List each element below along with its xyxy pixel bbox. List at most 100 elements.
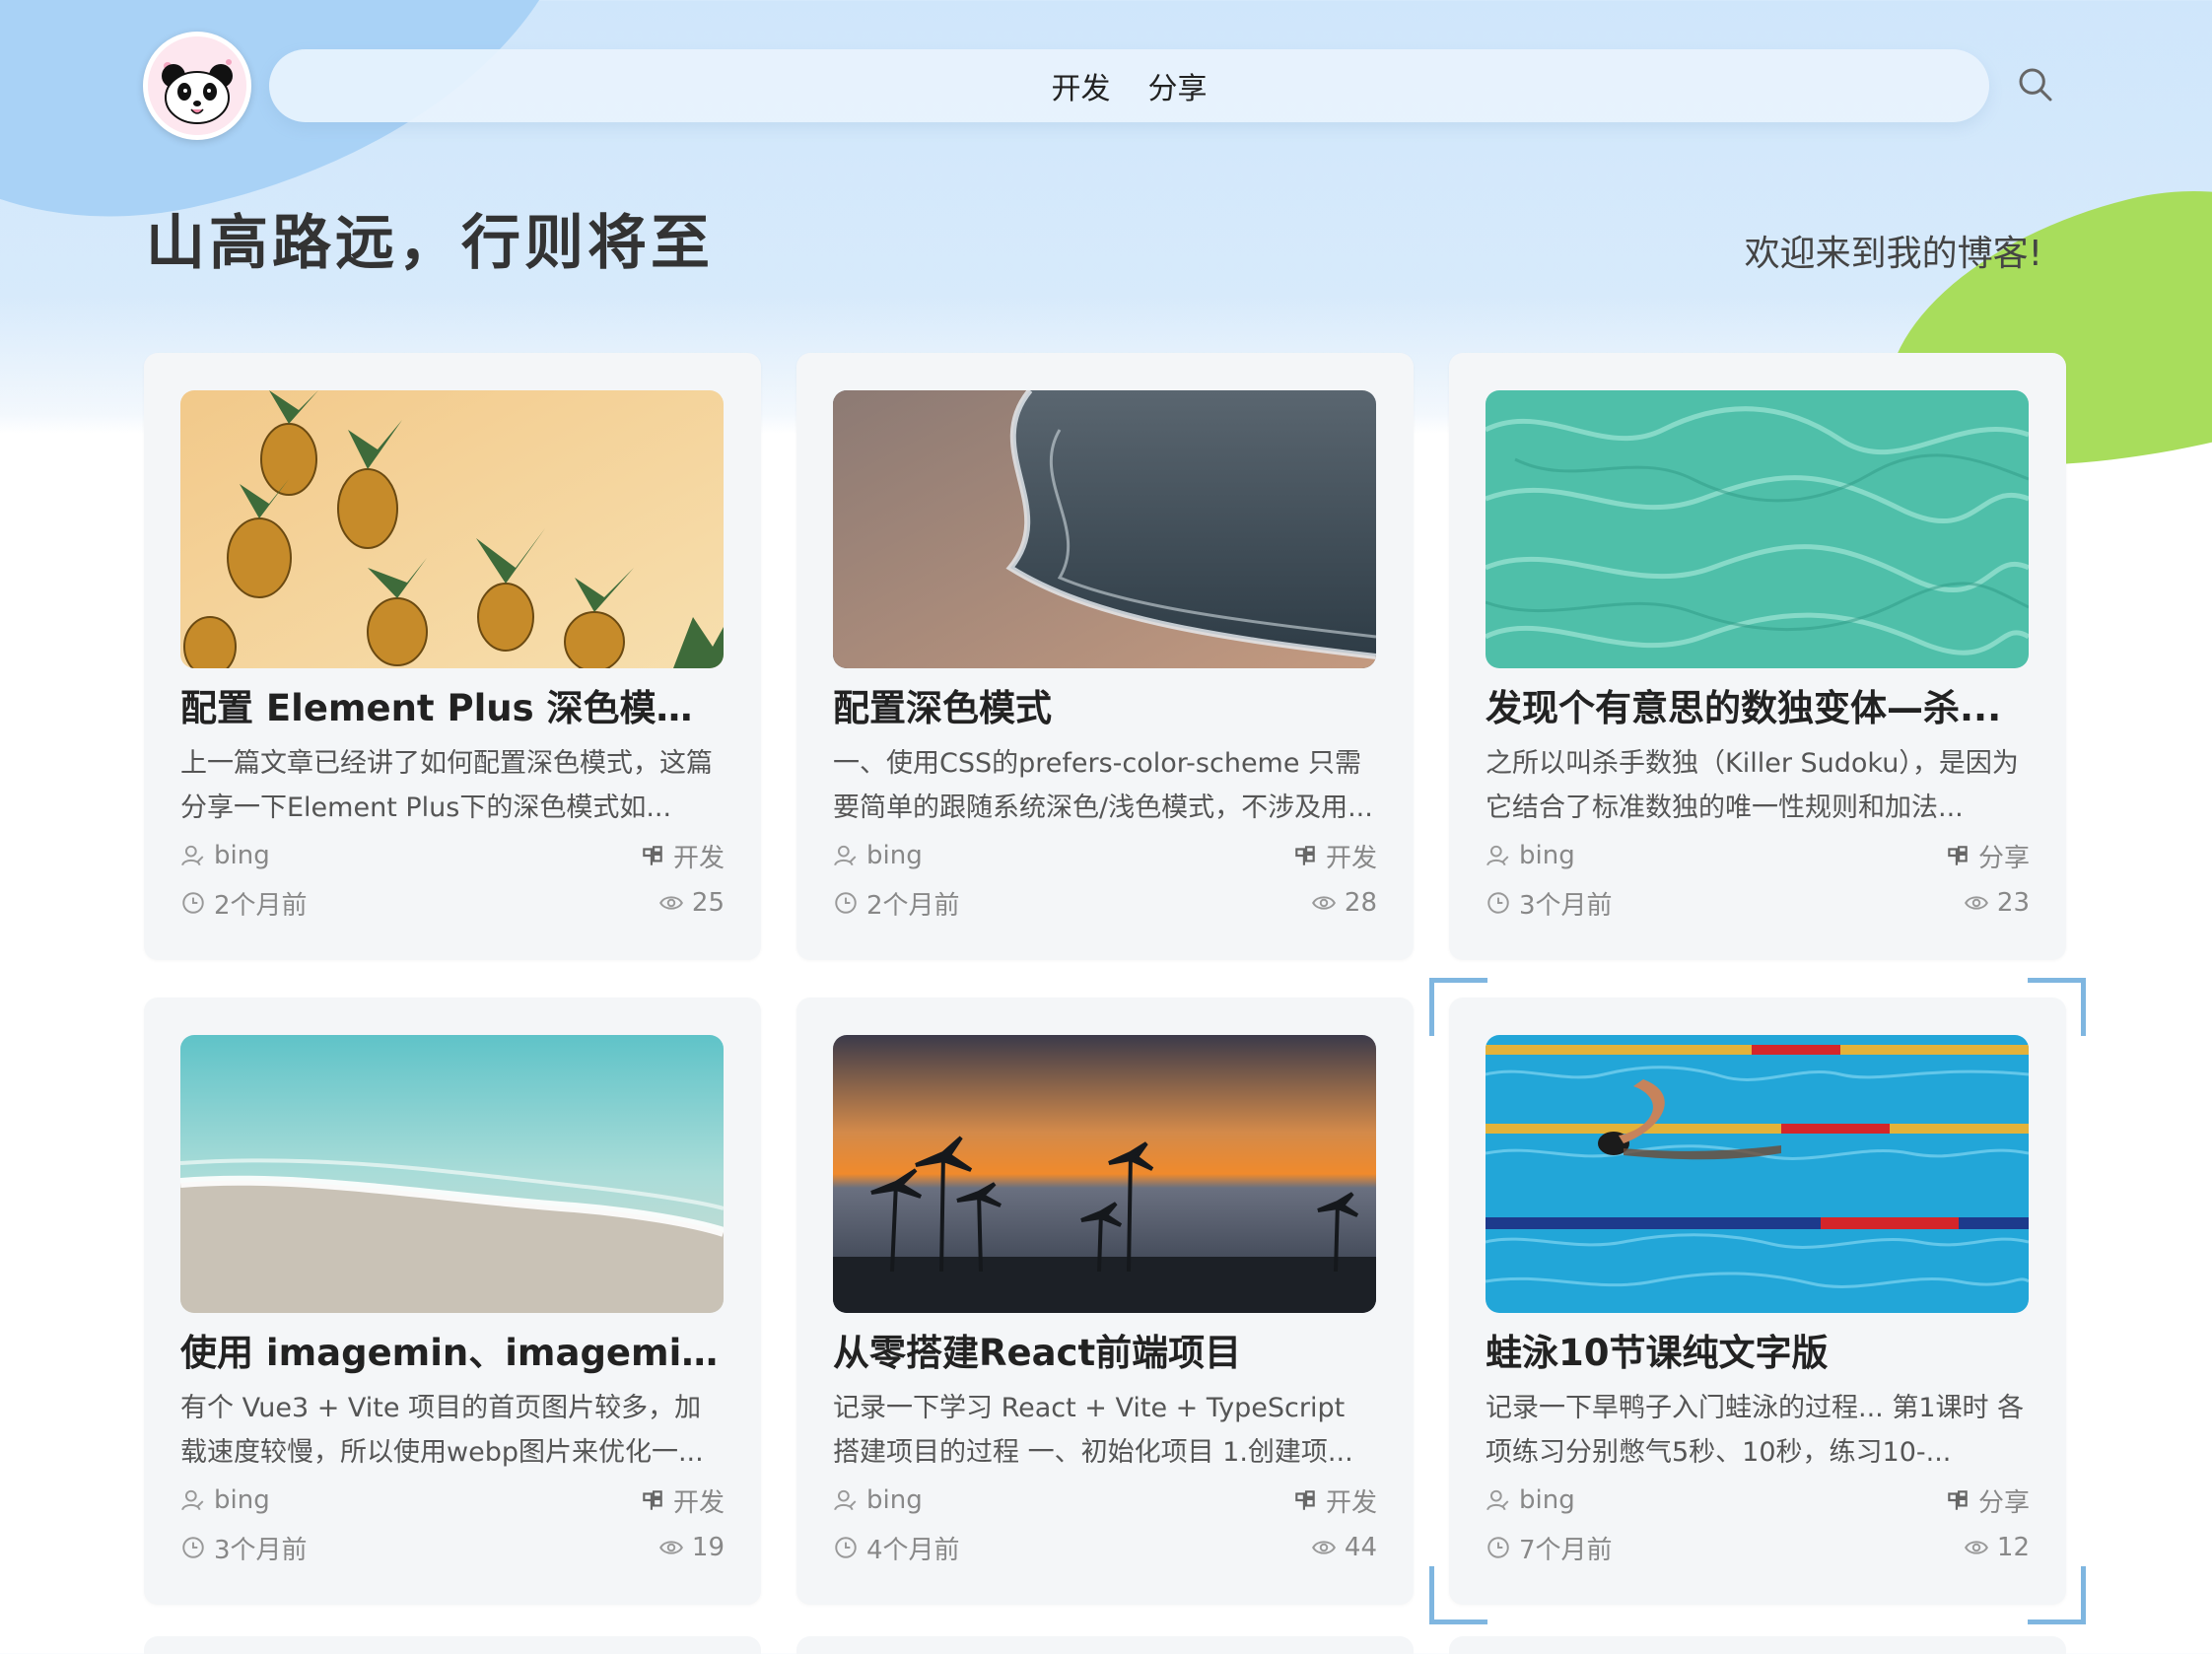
category-label: 开发 — [672, 843, 725, 873]
post-meta-row: 2个月前 25 — [180, 881, 725, 925]
post-meta-row: bing 分享 — [1486, 1479, 2030, 1522]
post-time: 4个月前 — [833, 1530, 960, 1566]
post-author[interactable]: bing — [833, 1485, 923, 1515]
post-card-partial[interactable] — [144, 1636, 761, 1654]
post-category[interactable]: 开发 — [1292, 1482, 1377, 1519]
post-views: 28 — [1311, 888, 1377, 918]
author-name: bing — [1519, 841, 1575, 870]
post-card-selected[interactable]: 蛙泳10节课纯文字版 记录一下旱鸭子入门蛙泳的过程... 第1课时 各项练习分别… — [1429, 978, 2086, 1624]
post-thumbnail[interactable] — [180, 1035, 724, 1313]
eye-icon — [1311, 896, 1336, 910]
post-author[interactable]: bing — [180, 841, 270, 870]
user-icon — [1486, 1489, 1509, 1511]
sunset-palms-image — [833, 1035, 1376, 1313]
eye-icon — [1964, 1541, 1988, 1554]
post-time: 2个月前 — [180, 885, 308, 922]
user-icon — [181, 1489, 204, 1511]
pineapples-image — [180, 390, 724, 668]
views-count: 25 — [691, 888, 725, 918]
eye-icon — [1964, 896, 1988, 910]
post-meta-row: bing 开发 — [180, 1479, 725, 1522]
eye-icon — [658, 896, 683, 910]
post-excerpt: 记录一下旱鸭子入门蛙泳的过程... 第1课时 各项练习分别憋气5秒、10秒，练习… — [1486, 1393, 2025, 1468]
category-label: 开发 — [672, 1487, 725, 1518]
post-card[interactable]: 发现个有意思的数独变体—杀... 之所以叫杀手数独（Killer Sudoku）… — [1449, 353, 2066, 960]
post-title[interactable]: 从零搭建React前端项目 — [833, 1329, 1377, 1378]
author-name: bing — [214, 841, 270, 870]
category-label: 分享 — [1977, 1487, 2030, 1518]
category-label: 分享 — [1977, 843, 2030, 873]
user-icon — [834, 845, 857, 866]
category-label: 开发 — [1325, 843, 1377, 873]
post-category[interactable]: 开发 — [640, 1482, 725, 1519]
category-icon — [1948, 1490, 1968, 1510]
post-card[interactable]: 配置 Element Plus 深色模式以... 上一篇文章已经讲了如何配置深色… — [144, 353, 761, 960]
avatar[interactable] — [143, 32, 251, 140]
time-label: 4个月前 — [866, 1535, 960, 1565]
category-icon — [1295, 846, 1315, 865]
post-category[interactable]: 开发 — [1292, 838, 1377, 874]
views-count: 23 — [1996, 888, 2030, 918]
author-name: bing — [866, 841, 923, 870]
post-title[interactable]: 蛙泳10节课纯文字版 — [1486, 1329, 2030, 1378]
search-button[interactable] — [2016, 65, 2055, 104]
post-thumbnail[interactable] — [833, 390, 1376, 668]
selection-corner — [2028, 1566, 2086, 1624]
post-excerpt: 上一篇文章已经讲了如何配置深色模式，这篇分享一下Element Plus下的深色… — [180, 748, 713, 823]
welcome-text: 欢迎来到我的博客! — [1744, 234, 2042, 274]
post-thumbnail[interactable] — [1486, 390, 2029, 668]
post-author[interactable]: bing — [1486, 841, 1575, 870]
category-icon — [643, 1490, 662, 1510]
post-title[interactable]: 发现个有意思的数独变体—杀... — [1486, 684, 2030, 733]
site-header: 开发 分享 — [143, 32, 2055, 140]
nav-link-dev[interactable]: 开发 — [1052, 64, 1111, 107]
post-title[interactable]: 配置深色模式 — [833, 684, 1377, 733]
category-icon — [1948, 846, 1968, 865]
time-label: 3个月前 — [1519, 890, 1613, 921]
post-author[interactable]: bing — [180, 1485, 270, 1515]
author-name: bing — [214, 1485, 270, 1515]
post-author[interactable]: bing — [1486, 1485, 1575, 1515]
views-count: 12 — [1996, 1533, 2030, 1562]
post-excerpt: 有个 Vue3 + Vite 项目的首页图片较多，加载速度较慢，所以使用webp… — [180, 1393, 704, 1468]
time-label: 2个月前 — [214, 890, 308, 921]
views-count: 19 — [691, 1533, 725, 1562]
post-meta-row: bing 开发 — [180, 834, 725, 877]
post-category[interactable]: 分享 — [1945, 838, 2030, 874]
clock-icon — [835, 892, 857, 914]
post-card-partial[interactable] — [1449, 1636, 2066, 1654]
nav-link-share[interactable]: 分享 — [1148, 64, 1208, 107]
post-category[interactable]: 分享 — [1945, 1482, 2030, 1519]
post-title[interactable]: 配置 Element Plus 深色模式以... — [180, 684, 725, 733]
user-icon — [834, 1489, 857, 1511]
post-author[interactable]: bing — [833, 841, 923, 870]
category-label: 开发 — [1325, 1487, 1377, 1518]
post-meta-row: 7个月前 12 — [1486, 1526, 2030, 1569]
post-card[interactable]: 使用 imagemin、imagemin-... 有个 Vue3 + Vite … — [144, 998, 761, 1605]
time-label: 7个月前 — [1519, 1535, 1613, 1565]
next-row-cards-peek — [144, 1636, 2066, 1654]
post-card[interactable]: 配置深色模式 一、使用CSS的prefers-color-scheme 只需要简… — [796, 353, 1414, 960]
post-card[interactable]: 从零搭建React前端项目 记录一下学习 React + Vite + Type… — [796, 998, 1414, 1605]
eye-icon — [1311, 1541, 1336, 1554]
post-thumbnail[interactable] — [1486, 1035, 2029, 1313]
beach-waves-image — [833, 390, 1376, 668]
views-count: 44 — [1344, 1533, 1377, 1562]
post-meta-row: 3个月前 19 — [180, 1526, 725, 1569]
post-meta-row: 2个月前 28 — [833, 881, 1377, 925]
post-title[interactable]: 使用 imagemin、imagemin-... — [180, 1329, 725, 1378]
post-thumbnail[interactable] — [180, 390, 724, 668]
post-thumbnail[interactable] — [833, 1035, 1376, 1313]
post-card-partial[interactable] — [796, 1636, 1414, 1654]
turquoise-water-image — [1486, 390, 2029, 668]
post-meta-row: bing 开发 — [833, 834, 1377, 877]
post-views: 23 — [1964, 888, 2030, 918]
clock-icon — [182, 1537, 204, 1558]
post-excerpt: 记录一下学习 React + Vite + TypeScript 搭建项目的过程… — [833, 1393, 1353, 1468]
post-views: 19 — [658, 1533, 725, 1562]
post-category[interactable]: 开发 — [640, 838, 725, 874]
author-name: bing — [866, 1485, 923, 1515]
user-icon — [1486, 845, 1509, 866]
post-excerpt: 一、使用CSS的prefers-color-scheme 只需要简单的跟随系统深… — [833, 748, 1373, 823]
selection-corner — [2028, 978, 2086, 1036]
